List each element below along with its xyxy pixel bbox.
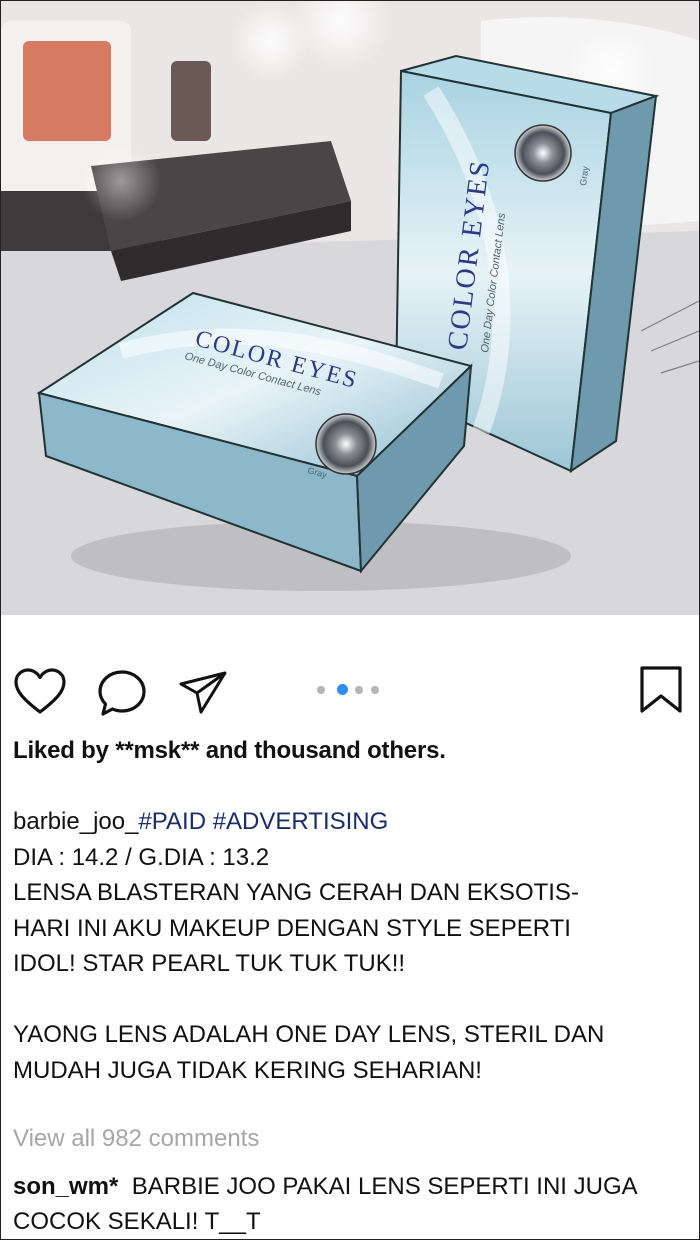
share-send-icon[interactable] [177, 670, 229, 716]
likes-summary: Liked by **msk** and thousand others. [13, 737, 446, 765]
post-image[interactable]: COLOR EYES One Day Color Contact Lens Gr… [1, 1, 699, 615]
caption-header: barbie_joo_#PAID #ADVERTISING [13, 804, 693, 840]
carousel-dot-active [337, 684, 348, 695]
view-all-comments-link[interactable]: View all 982 comments [13, 1125, 259, 1153]
like-heart-icon[interactable] [13, 667, 67, 717]
likes-suffix: and thousand others. [199, 737, 446, 764]
bookmark-icon[interactable] [638, 665, 684, 715]
caption-username[interactable]: barbie_joo_ [13, 808, 138, 835]
carousel-dot [371, 686, 379, 694]
likes-user-link[interactable]: **msk** [115, 737, 199, 764]
comment-username[interactable]: son_wm* [13, 1173, 118, 1200]
carousel-dot [317, 686, 325, 694]
comment-item: son_wm* BARBIE JOO PAKAI LENS SEPERTI IN… [13, 1169, 693, 1239]
comment-bubble-icon[interactable] [96, 668, 150, 720]
caption-paragraph-2: YAONG LENS ADALAH ONE DAY LENS, STERIL D… [13, 1021, 605, 1084]
post-caption: barbie_joo_#PAID #ADVERTISING DIA : 14.2… [13, 804, 693, 1088]
caption-hashtags[interactable]: #PAID #ADVERTISING [138, 808, 388, 835]
caption-paragraph-1: LENSA BLASTERAN YANG CERAH DAN EKSOTIS- … [13, 879, 579, 977]
post-frame: COLOR EYES One Day Color Contact Lens Gr… [0, 0, 700, 1240]
product-photo-illustration: COLOR EYES One Day Color Contact Lens Gr… [1, 1, 699, 615]
carousel-dot [355, 686, 363, 694]
likes-prefix: Liked by [13, 737, 116, 764]
caption-specs: DIA : 14.2 / G.DIA : 13.2 [13, 843, 270, 871]
